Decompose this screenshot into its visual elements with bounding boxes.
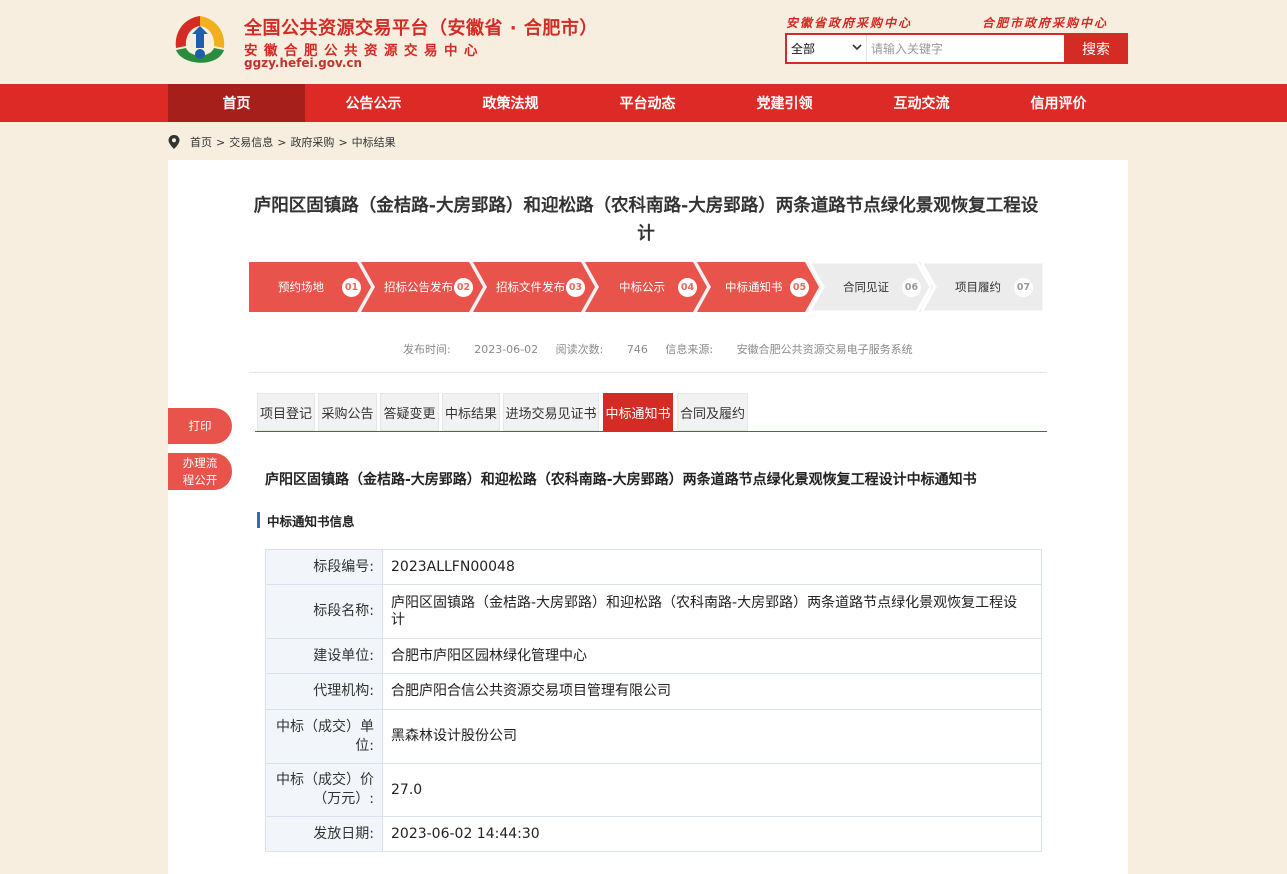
field-label: 标段编号: — [265, 549, 383, 585]
tab-qa-changes[interactable]: 答疑变更 — [380, 393, 439, 431]
field-value: 27.0 — [382, 763, 1042, 817]
search-button[interactable]: 搜索 — [1064, 33, 1128, 64]
step-label: 中标公示 — [619, 280, 665, 294]
table-row: 标段编号: 2023ALLFN00048 — [265, 549, 1042, 585]
step-label: 招标公告发布 — [384, 280, 453, 294]
breadcrumb-sep: > — [277, 135, 287, 149]
nav-item-credit[interactable]: 信用评价 — [990, 84, 1127, 122]
main-nav: 首页 公告公示 政策法规 平台动态 党建引领 互动交流 信用评价 — [0, 84, 1287, 122]
tab-procurement-notice[interactable]: 采购公告 — [318, 393, 377, 431]
tab-project-registration[interactable]: 项目登记 — [257, 393, 315, 431]
table-row: 建设单位: 合肥市庐阳区园林绿化管理中心 — [265, 638, 1042, 674]
tab-trade-witness-certificate[interactable]: 进场交易见证书 — [503, 393, 599, 431]
nav-item-policies[interactable]: 政策法规 — [442, 84, 579, 122]
field-label: 代理机构: — [265, 673, 383, 710]
field-label: 中标（成交）价（万元）: — [265, 763, 383, 817]
nav-item-interaction[interactable]: 互动交流 — [853, 84, 990, 122]
table-row: 中标（成交）单位: 黑森林设计股份公司 — [265, 709, 1042, 764]
step-label: 招标文件发布 — [496, 280, 565, 294]
breadcrumb-sep: > — [338, 135, 348, 149]
table-row: 中标（成交）价（万元）: 27.0 — [265, 763, 1042, 817]
step-5[interactable]: 中标通知书 05 — [697, 262, 819, 312]
chevron-down-icon — [852, 43, 862, 54]
tab-contract-performance[interactable]: 合同及履约 — [677, 393, 748, 431]
top-link-hefei-procurement[interactable]: 合肥市政府采购中心 — [982, 14, 1108, 31]
step-label: 项目履约 — [955, 280, 1001, 294]
step-number: 06 — [902, 278, 921, 297]
top-link-anhui-procurement[interactable]: 安徽省政府采购中心 — [786, 14, 912, 31]
progress-steps: 预约场地 01 招标公告发布 02 招标文件发布 03 中标公示 04 中标通知… — [249, 262, 1044, 312]
step-number: 04 — [678, 278, 697, 297]
step-label: 合同见证 — [843, 280, 889, 294]
tabs-underline — [255, 431, 1047, 432]
step-7[interactable]: 项目履约 07 — [921, 262, 1044, 312]
field-label: 建设单位: — [265, 638, 383, 674]
location-pin-icon — [168, 135, 180, 149]
publish-time-value: 2023-06-02 — [474, 343, 539, 356]
site-url: ggzy.hefei.gov.cn — [244, 56, 363, 70]
step-number: 03 — [566, 278, 585, 297]
step-3[interactable]: 招标文件发布 03 — [473, 262, 595, 312]
site-header: 全国公共资源交易平台（安徽省 · 合肥市） 安徽合肥公共资源交易中心 ggzy.… — [0, 0, 1287, 84]
nav-item-platform-news[interactable]: 平台动态 — [579, 84, 716, 122]
step-2[interactable]: 招标公告发布 02 — [361, 262, 483, 312]
field-value: 黑森林设计股份公司 — [382, 709, 1042, 764]
field-value: 合肥庐阳合信公共资源交易项目管理有限公司 — [382, 673, 1042, 710]
field-value: 合肥市庐阳区园林绿化管理中心 — [382, 638, 1042, 674]
field-label: 发放日期: — [265, 816, 383, 852]
process-disclosure-button[interactable]: 办理流 程公开 — [168, 453, 232, 490]
platform-logo-icon[interactable] — [170, 12, 230, 72]
notice-title: 庐阳区固镇路（金桔路-大房郢路）和迎松路（农科南路-大房郢路）两条道路节点绿化景… — [265, 472, 977, 488]
step-label: 中标通知书 — [725, 280, 783, 294]
platform-title: 全国公共资源交易平台（安徽省 · 合肥市） — [244, 18, 598, 39]
search-category-value: 全部 — [791, 42, 816, 56]
step-4[interactable]: 中标公示 04 — [585, 262, 707, 312]
view-count-label: 阅读次数: — [555, 343, 604, 356]
publish-time-label: 发布时间: — [403, 343, 451, 356]
article-meta: 发布时间: 2023-06-02 阅读次数: 746 信息来源: 安徽合肥公共资… — [403, 341, 933, 357]
step-number: 07 — [1014, 278, 1033, 297]
nav-item-announcements[interactable]: 公告公示 — [305, 84, 442, 122]
tab-award-notice[interactable]: 中标通知书 — [603, 393, 673, 431]
table-row: 标段名称: 庐阳区固镇路（金桔路-大房郢路）和迎松路（农科南路-大房郢路）两条道… — [265, 584, 1042, 639]
field-value: 庐阳区固镇路（金桔路-大房郢路）和迎松路（农科南路-大房郢路）两条道路节点绿化景… — [382, 584, 1042, 639]
field-label: 中标（成交）单位: — [265, 709, 383, 764]
search-input[interactable]: 请输入关键字 — [867, 35, 1064, 62]
breadcrumb-gov-procurement[interactable]: 政府采购 — [290, 134, 334, 150]
step-label: 预约场地 — [278, 280, 324, 294]
table-row: 代理机构: 合肥庐阳合信公共资源交易项目管理有限公司 — [265, 673, 1042, 710]
breadcrumb-award-result[interactable]: 中标结果 — [352, 134, 396, 150]
table-row: 发放日期: 2023-06-02 14:44:30 — [265, 816, 1042, 852]
breadcrumb: 首页 > 交易信息 > 政府采购 > 中标结果 — [168, 134, 400, 150]
tab-award-result[interactable]: 中标结果 — [442, 393, 500, 431]
source-label: 信息来源: — [665, 343, 714, 356]
award-info-table: 标段编号: 2023ALLFN00048 标段名称: 庐阳区固镇路（金桔路-大房… — [265, 549, 1042, 852]
step-number: 02 — [454, 278, 473, 297]
step-number: 05 — [790, 278, 809, 297]
step-1[interactable]: 预约场地 01 — [249, 262, 371, 312]
process-disclosure-label-2: 程公开 — [182, 472, 218, 487]
field-label: 标段名称: — [265, 584, 383, 639]
search-category-select[interactable]: 全部 — [787, 35, 867, 62]
step-6[interactable]: 合同见证 06 — [809, 262, 931, 312]
step-number: 01 — [342, 278, 361, 297]
page-title: 庐阳区固镇路（金桔路-大房郢路）和迎松路（农科南路-大房郢路）两条道路节点绿化景… — [253, 196, 1039, 244]
field-value: 2023-06-02 14:44:30 — [382, 816, 1042, 852]
search-bar: 全部 请输入关键字 搜索 — [785, 33, 1128, 64]
breadcrumb-home[interactable]: 首页 — [190, 134, 212, 150]
nav-item-party-building[interactable]: 党建引领 — [716, 84, 853, 122]
section-title: 中标通知书信息 — [257, 512, 355, 529]
view-count-value: 746 — [626, 343, 648, 356]
nav-item-home[interactable]: 首页 — [168, 84, 305, 122]
breadcrumb-trade-info[interactable]: 交易信息 — [229, 134, 273, 150]
field-value: 2023ALLFN00048 — [382, 549, 1042, 585]
process-disclosure-label-1: 办理流 — [182, 455, 218, 470]
source-value: 安徽合肥公共资源交易电子服务系统 — [736, 343, 913, 356]
meta-divider — [249, 372, 1047, 373]
breadcrumb-sep: > — [216, 135, 226, 149]
print-button[interactable]: 打印 — [168, 408, 232, 444]
